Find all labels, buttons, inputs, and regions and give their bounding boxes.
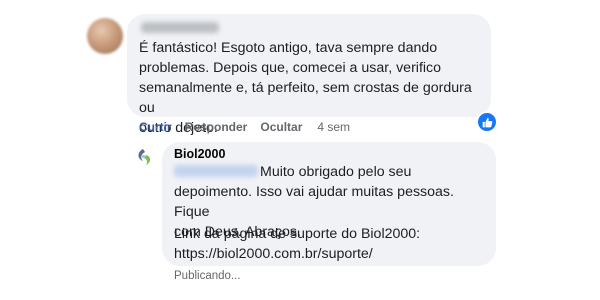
thumbs-up-icon[interactable] <box>476 111 498 133</box>
hide-button[interactable]: Ocultar <box>260 120 302 134</box>
reply-bubble: Biol2000 Muito obrigado pelo seu depoime… <box>162 142 496 266</box>
like-button[interactable]: Curtir <box>139 120 172 134</box>
comment-timestamp[interactable]: 4 sem <box>317 120 350 134</box>
commenter-name-redacted[interactable] <box>141 22 219 33</box>
publishing-status: Publicando... <box>174 270 241 282</box>
reply-button[interactable]: Responder <box>185 120 248 134</box>
comment-bubble: É fantástico! Esgoto antigo, tava sempre… <box>127 14 491 136</box>
comment-actions: Curtir Responder Ocultar 4 sem <box>139 120 363 134</box>
biol2000-logo-avatar[interactable] <box>134 146 156 168</box>
reply-author-name[interactable]: Biol2000 <box>174 147 225 161</box>
reply-text-link: Link da página de suporte do Biol2000: h… <box>174 226 421 262</box>
commenter-avatar[interactable] <box>87 18 123 54</box>
